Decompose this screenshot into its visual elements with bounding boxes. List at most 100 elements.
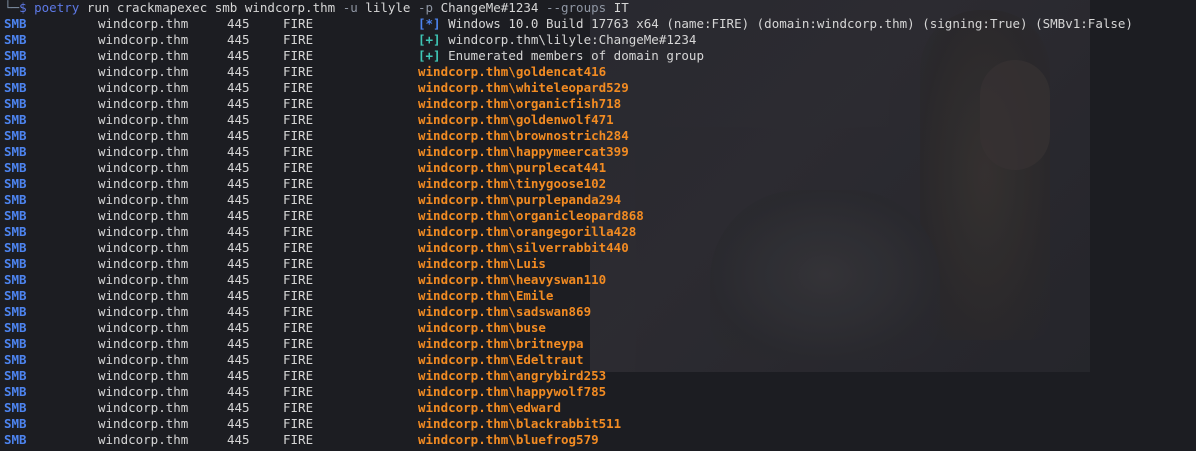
protocol-label: SMB xyxy=(4,368,27,383)
host-label: windcorp.thm xyxy=(98,288,189,303)
netbios-name-label: FIRE xyxy=(283,256,314,271)
protocol-label: SMB xyxy=(4,288,27,303)
port-label: 445 xyxy=(227,80,250,95)
host-label: windcorp.thm xyxy=(98,80,189,95)
host-label: windcorp.thm xyxy=(98,176,189,191)
command-group: IT xyxy=(613,0,629,15)
port-label: 445 xyxy=(227,32,250,47)
status-message: [*] Windows 10.0 Build 17763 x64 (name:F… xyxy=(418,16,1133,32)
host-label: windcorp.thm xyxy=(98,304,189,319)
port-label: 445 xyxy=(227,288,250,303)
port-label: 445 xyxy=(227,16,250,31)
group-member-name: windcorp.thm\Edeltraut xyxy=(418,352,584,367)
status-message: [+] Enumerated members of domain group xyxy=(418,48,704,64)
port-label: 445 xyxy=(227,352,250,367)
status-marker: [*] xyxy=(418,16,441,31)
protocol-label: SMB xyxy=(4,336,27,351)
host-label: windcorp.thm xyxy=(98,144,189,159)
group-member-name: windcorp.thm\brownostrich284 xyxy=(418,128,629,143)
netbios-name-label: FIRE xyxy=(283,208,314,223)
host-label: windcorp.thm xyxy=(98,16,189,31)
protocol-label: SMB xyxy=(4,80,27,95)
protocol-label: SMB xyxy=(4,48,27,63)
netbios-name-label: FIRE xyxy=(283,80,314,95)
netbios-name-label: FIRE xyxy=(283,176,314,191)
group-member-name: windcorp.thm\goldenwolf471 xyxy=(418,112,614,127)
host-label: windcorp.thm xyxy=(98,32,189,47)
port-label: 445 xyxy=(227,176,250,191)
port-label: 445 xyxy=(227,304,250,319)
netbios-name-label: FIRE xyxy=(283,32,314,47)
netbios-name-label: FIRE xyxy=(283,128,314,143)
group-member-name: windcorp.thm\Emile xyxy=(418,288,554,303)
protocol-label: SMB xyxy=(4,432,27,447)
port-label: 445 xyxy=(227,400,250,415)
command-program: poetry xyxy=(34,0,80,15)
host-label: windcorp.thm xyxy=(98,320,189,335)
netbios-name-label: FIRE xyxy=(283,144,314,159)
group-member-name: windcorp.thm\Luis xyxy=(418,256,546,271)
group-member-name: windcorp.thm\organicleopard868 xyxy=(418,208,644,223)
group-member-name: windcorp.thm\edward xyxy=(418,400,561,415)
protocol-label: SMB xyxy=(4,32,27,47)
command-flag-groups: --groups xyxy=(545,0,607,15)
host-label: windcorp.thm xyxy=(98,208,189,223)
port-label: 445 xyxy=(227,112,250,127)
port-label: 445 xyxy=(227,240,250,255)
status-text: windcorp.thm\lilyle:ChangeMe#1234 xyxy=(448,32,697,47)
host-label: windcorp.thm xyxy=(98,400,189,415)
wallpaper-cat xyxy=(710,190,940,360)
netbios-name-label: FIRE xyxy=(283,368,314,383)
host-label: windcorp.thm xyxy=(98,64,189,79)
group-member-name: windcorp.thm\goldencat416 xyxy=(418,64,607,79)
protocol-label: SMB xyxy=(4,240,27,255)
port-label: 445 xyxy=(227,432,250,447)
host-label: windcorp.thm xyxy=(98,352,189,367)
status-marker: [+] xyxy=(418,48,441,63)
netbios-name-label: FIRE xyxy=(283,240,314,255)
command-args: run crackmapexec smb windcorp.thm xyxy=(86,0,336,15)
command-line: └─$ poetry run crackmapexec smb windcorp… xyxy=(4,0,629,16)
group-member-name: windcorp.thm\heavyswan110 xyxy=(418,272,607,287)
protocol-label: SMB xyxy=(4,320,27,335)
command-password: ChangeMe#1234 xyxy=(440,0,539,15)
command-user: lilyle xyxy=(365,0,411,15)
host-label: windcorp.thm xyxy=(98,96,189,111)
netbios-name-label: FIRE xyxy=(283,48,314,63)
host-label: windcorp.thm xyxy=(98,416,189,431)
protocol-label: SMB xyxy=(4,112,27,127)
netbios-name-label: FIRE xyxy=(283,272,314,287)
protocol-label: SMB xyxy=(4,256,27,271)
port-label: 445 xyxy=(227,192,250,207)
netbios-name-label: FIRE xyxy=(283,112,314,127)
host-label: windcorp.thm xyxy=(98,432,189,447)
protocol-label: SMB xyxy=(4,176,27,191)
protocol-label: SMB xyxy=(4,400,27,415)
port-label: 445 xyxy=(227,384,250,399)
group-member-name: windcorp.thm\silverrabbit440 xyxy=(418,240,629,255)
port-label: 445 xyxy=(227,224,250,239)
host-label: windcorp.thm xyxy=(98,272,189,287)
protocol-label: SMB xyxy=(4,128,27,143)
host-label: windcorp.thm xyxy=(98,336,189,351)
port-label: 445 xyxy=(227,144,250,159)
host-label: windcorp.thm xyxy=(98,160,189,175)
group-member-name: windcorp.thm\happywolf785 xyxy=(418,384,607,399)
netbios-name-label: FIRE xyxy=(283,160,314,175)
status-text: Enumerated members of domain group xyxy=(448,48,704,63)
host-label: windcorp.thm xyxy=(98,192,189,207)
port-label: 445 xyxy=(227,416,250,431)
terminal-window[interactable]: └─$ poetry run crackmapexec smb windcorp… xyxy=(0,0,1196,451)
port-label: 445 xyxy=(227,320,250,335)
port-label: 445 xyxy=(227,128,250,143)
protocol-label: SMB xyxy=(4,384,27,399)
group-member-name: windcorp.thm\blackrabbit511 xyxy=(418,416,622,431)
host-label: windcorp.thm xyxy=(98,112,189,127)
host-label: windcorp.thm xyxy=(98,128,189,143)
netbios-name-label: FIRE xyxy=(283,352,314,367)
command-flag-password: -p xyxy=(417,0,434,15)
group-member-name: windcorp.thm\sadswan869 xyxy=(418,304,592,319)
protocol-label: SMB xyxy=(4,304,27,319)
protocol-label: SMB xyxy=(4,352,27,367)
netbios-name-label: FIRE xyxy=(283,416,314,431)
